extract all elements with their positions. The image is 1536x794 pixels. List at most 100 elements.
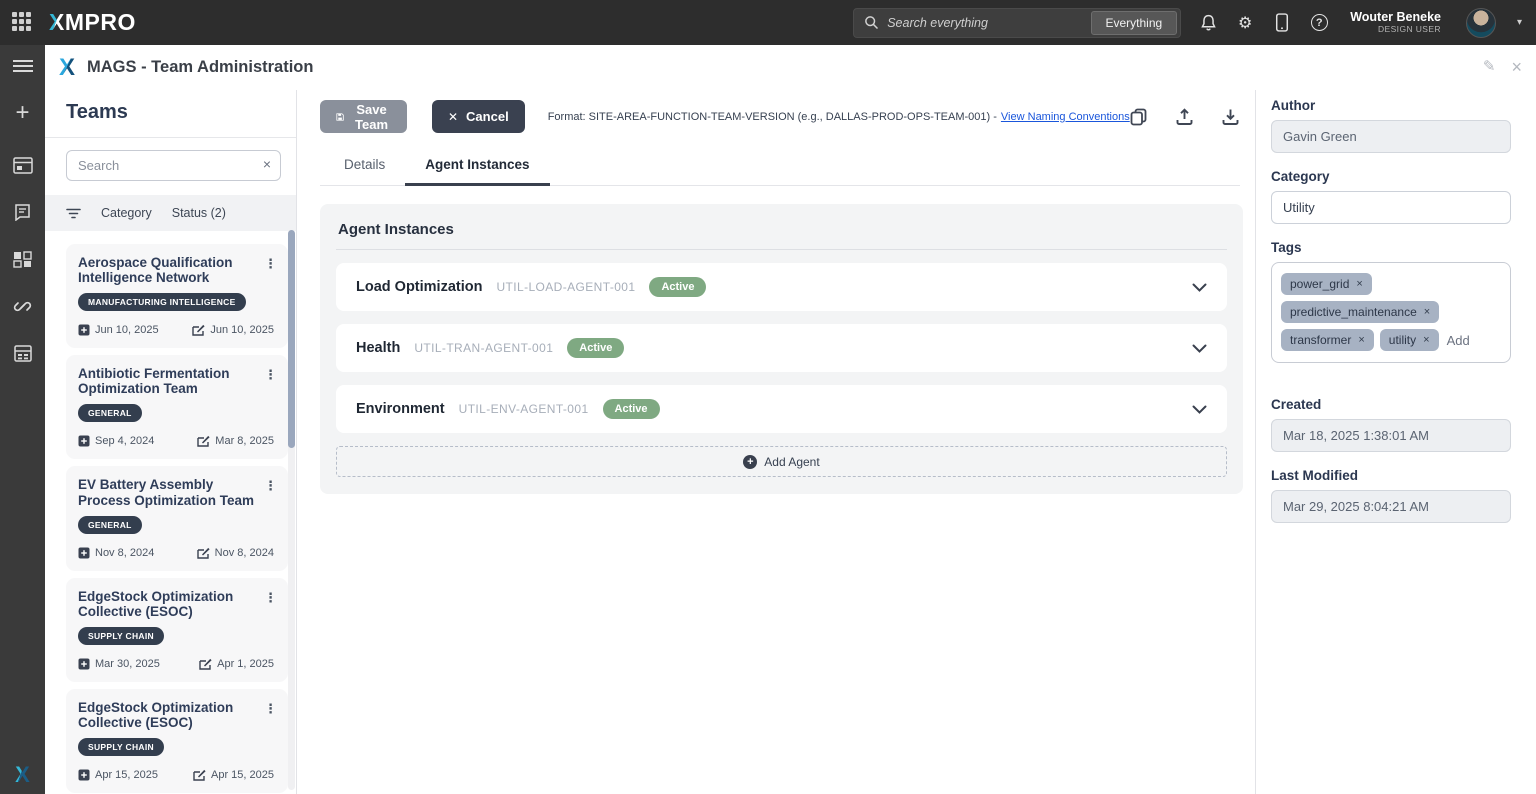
search-scope-button[interactable]: Everything bbox=[1091, 11, 1178, 35]
save-team-button[interactable]: Save Team bbox=[320, 100, 407, 133]
save-team-label: Save Team bbox=[352, 102, 391, 132]
settings-gear-icon[interactable]: ⚙ bbox=[1235, 13, 1255, 33]
user-name: Wouter Beneke bbox=[1350, 10, 1441, 24]
upload-icon[interactable] bbox=[1176, 108, 1193, 125]
created-field[interactable] bbox=[1271, 419, 1511, 452]
cancel-button[interactable]: ✕ Cancel bbox=[432, 100, 525, 133]
category-field[interactable] bbox=[1271, 191, 1511, 224]
user-caret-down-icon[interactable]: ▾ bbox=[1517, 17, 1522, 28]
card-menu-icon[interactable]: ⋮ bbox=[264, 701, 278, 717]
remove-tag-icon[interactable]: × bbox=[1358, 334, 1364, 346]
team-category-badge: GENERAL bbox=[78, 404, 142, 422]
notifications-bell-icon[interactable] bbox=[1198, 13, 1218, 33]
tag-text: power_grid bbox=[1290, 277, 1349, 291]
help-icon[interactable]: ? bbox=[1309, 13, 1329, 33]
team-card[interactable]: EdgeStock Optimization Collective (ESOC)… bbox=[66, 578, 288, 682]
agent-instances-heading: Agent Instances bbox=[336, 219, 1227, 250]
team-name: EdgeStock Optimization Collective (ESOC) bbox=[78, 589, 276, 619]
category-label: Category bbox=[1271, 169, 1510, 184]
agent-instances-section: Agent Instances Load Optimization UTIL-L… bbox=[320, 204, 1243, 494]
team-card[interactable]: Antibiotic Fermentation Optimization Tea… bbox=[66, 355, 288, 459]
tag-pill: power_grid × bbox=[1281, 273, 1372, 295]
chevron-down-icon[interactable] bbox=[1192, 405, 1207, 414]
teams-scrollbar[interactable] bbox=[288, 230, 295, 790]
xmpro-logo-text: MPRO bbox=[65, 9, 136, 35]
remove-tag-icon[interactable]: × bbox=[1423, 334, 1429, 346]
add-new-icon[interactable]: + bbox=[0, 96, 45, 130]
add-tag-button[interactable]: Add bbox=[1445, 329, 1472, 352]
link-connections-icon[interactable] bbox=[0, 289, 45, 323]
teams-search-input[interactable] bbox=[66, 150, 281, 181]
download-icon[interactable] bbox=[1222, 108, 1239, 125]
team-card[interactable]: EdgeStock Optimization Collective (ESOC)… bbox=[66, 689, 288, 793]
forms-clipboard-icon[interactable] bbox=[0, 195, 45, 229]
created-date-icon bbox=[78, 435, 90, 447]
add-agent-button[interactable]: + Add Agent bbox=[336, 446, 1227, 477]
team-modified: Mar 8, 2025 bbox=[215, 435, 274, 447]
app-grid-icon[interactable] bbox=[12, 12, 34, 34]
teams-list: Aerospace Qualification Intelligence Net… bbox=[45, 236, 296, 794]
app-window-icon[interactable] bbox=[0, 148, 45, 182]
team-card[interactable]: Aerospace Qualification Intelligence Net… bbox=[66, 244, 288, 348]
edit-pencil-icon[interactable]: ✎ bbox=[1483, 57, 1496, 75]
agent-name: Health bbox=[356, 340, 400, 356]
card-menu-icon[interactable]: ⋮ bbox=[264, 367, 278, 383]
topbar: XMPRO Everything ⚙ ? Wouter Beneke DESIG… bbox=[0, 0, 1536, 45]
agent-row[interactable]: Load Optimization UTIL-LOAD-AGENT-001 Ac… bbox=[336, 263, 1227, 311]
team-dates: Apr 15, 2025 Apr 15, 2025 bbox=[78, 769, 276, 781]
team-created: Nov 8, 2024 bbox=[95, 547, 154, 559]
user-menu[interactable]: Wouter Beneke DESIGN USER bbox=[1350, 10, 1441, 34]
created-date-icon bbox=[78, 658, 90, 670]
copy-icon[interactable] bbox=[1130, 108, 1147, 126]
search-icon bbox=[864, 15, 879, 30]
tag-pill: transformer × bbox=[1281, 329, 1374, 351]
user-avatar[interactable] bbox=[1466, 8, 1496, 38]
clear-search-icon[interactable]: × bbox=[263, 156, 271, 172]
chevron-down-icon[interactable] bbox=[1192, 283, 1207, 292]
mobile-device-icon[interactable] bbox=[1272, 13, 1292, 33]
cancel-label: Cancel bbox=[466, 109, 509, 124]
team-name: Antibiotic Fermentation Optimization Tea… bbox=[78, 366, 276, 396]
team-name: Aerospace Qualification Intelligence Net… bbox=[78, 255, 276, 285]
tags-box[interactable]: power_grid× predictive_maintenance× tran… bbox=[1271, 262, 1511, 363]
team-category-badge: GENERAL bbox=[78, 516, 142, 534]
xmpro-logo[interactable]: XMPRO bbox=[49, 9, 136, 36]
user-role: DESIGN USER bbox=[1350, 25, 1441, 35]
teams-scrollbar-thumb[interactable] bbox=[288, 230, 295, 448]
blocks-widgets-icon[interactable] bbox=[0, 242, 45, 276]
author-field[interactable] bbox=[1271, 120, 1511, 153]
view-naming-conventions-link[interactable]: View Naming Conventions bbox=[1001, 111, 1130, 123]
tag-text: utility bbox=[1389, 333, 1416, 347]
card-menu-icon[interactable]: ⋮ bbox=[264, 478, 278, 494]
hamburger-menu-icon[interactable] bbox=[0, 49, 45, 83]
card-menu-icon[interactable]: ⋮ bbox=[264, 256, 278, 272]
calculator-icon[interactable] bbox=[0, 336, 45, 370]
divider bbox=[45, 137, 296, 138]
team-modified: Nov 8, 2024 bbox=[215, 547, 274, 559]
agent-row[interactable]: Environment UTIL-ENV-AGENT-001 Active bbox=[336, 385, 1227, 433]
filter-category[interactable]: Category bbox=[101, 206, 152, 220]
remove-tag-icon[interactable]: × bbox=[1356, 278, 1362, 290]
modified-date-icon bbox=[193, 769, 206, 781]
tab-details[interactable]: Details bbox=[324, 147, 405, 185]
naming-format-note: Format: SITE-AREA-FUNCTION-TEAM-VERSION … bbox=[548, 111, 1130, 123]
remove-tag-icon[interactable]: × bbox=[1424, 306, 1430, 318]
modified-date-icon bbox=[197, 435, 210, 447]
chevron-down-icon[interactable] bbox=[1192, 344, 1207, 353]
page-title: MAGS - Team Administration bbox=[87, 58, 313, 77]
tag-text: transformer bbox=[1290, 333, 1351, 347]
last-modified-field[interactable] bbox=[1271, 490, 1511, 523]
agent-status-badge: Active bbox=[567, 338, 624, 358]
filter-icon[interactable] bbox=[66, 208, 81, 219]
agent-row[interactable]: Health UTIL-TRAN-AGENT-001 Active bbox=[336, 324, 1227, 372]
team-dates: Nov 8, 2024 Nov 8, 2024 bbox=[78, 547, 276, 559]
filter-status[interactable]: Status (2) bbox=[172, 206, 226, 220]
close-icon[interactable]: × bbox=[1511, 57, 1522, 78]
cancel-x-icon: ✕ bbox=[448, 110, 458, 124]
global-search[interactable]: Everything bbox=[853, 8, 1181, 38]
tab-agent-instances[interactable]: Agent Instances bbox=[405, 147, 549, 186]
main-content: Save Team ✕ Cancel Format: SITE-AREA-FUN… bbox=[298, 90, 1255, 794]
card-menu-icon[interactable]: ⋮ bbox=[264, 590, 278, 606]
team-card[interactable]: EV Battery Assembly Process Optimization… bbox=[66, 466, 288, 570]
global-search-input[interactable] bbox=[879, 16, 1090, 30]
